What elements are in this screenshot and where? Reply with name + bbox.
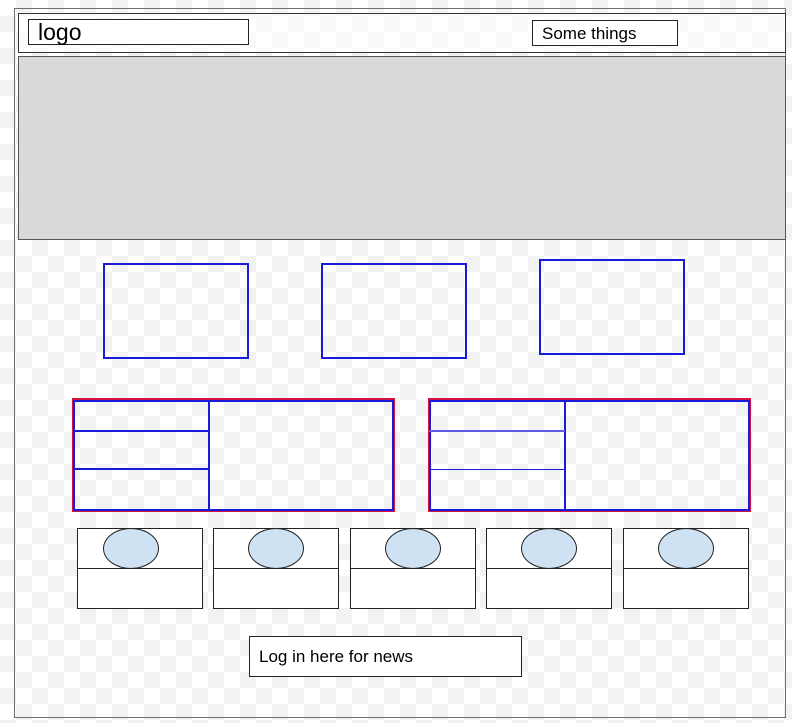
card-2-main-panel	[564, 400, 750, 511]
logo: logo	[28, 19, 249, 45]
thumbnail-image-placeholder	[521, 528, 577, 569]
card-1-row-divider	[73, 430, 209, 432]
news-login-button[interactable]: Log in here for news	[249, 636, 522, 677]
card-2-row-divider	[429, 430, 565, 432]
thumbnail-image-placeholder	[248, 528, 304, 569]
thumbnail-divider	[77, 568, 203, 569]
hero-banner	[18, 56, 786, 240]
card-1-row-divider	[73, 468, 209, 470]
card-1-main-panel	[208, 400, 394, 511]
feature-box-2[interactable]	[321, 263, 467, 359]
feature-box-3[interactable]	[539, 259, 685, 355]
thumbnail-image-placeholder	[385, 528, 441, 569]
feature-box-1[interactable]	[103, 263, 249, 359]
thumbnail-image-placeholder	[103, 528, 159, 569]
thumbnail-image-placeholder	[658, 528, 714, 569]
some-things-box[interactable]: Some things	[532, 20, 678, 46]
card-2-row-divider	[429, 469, 565, 470]
